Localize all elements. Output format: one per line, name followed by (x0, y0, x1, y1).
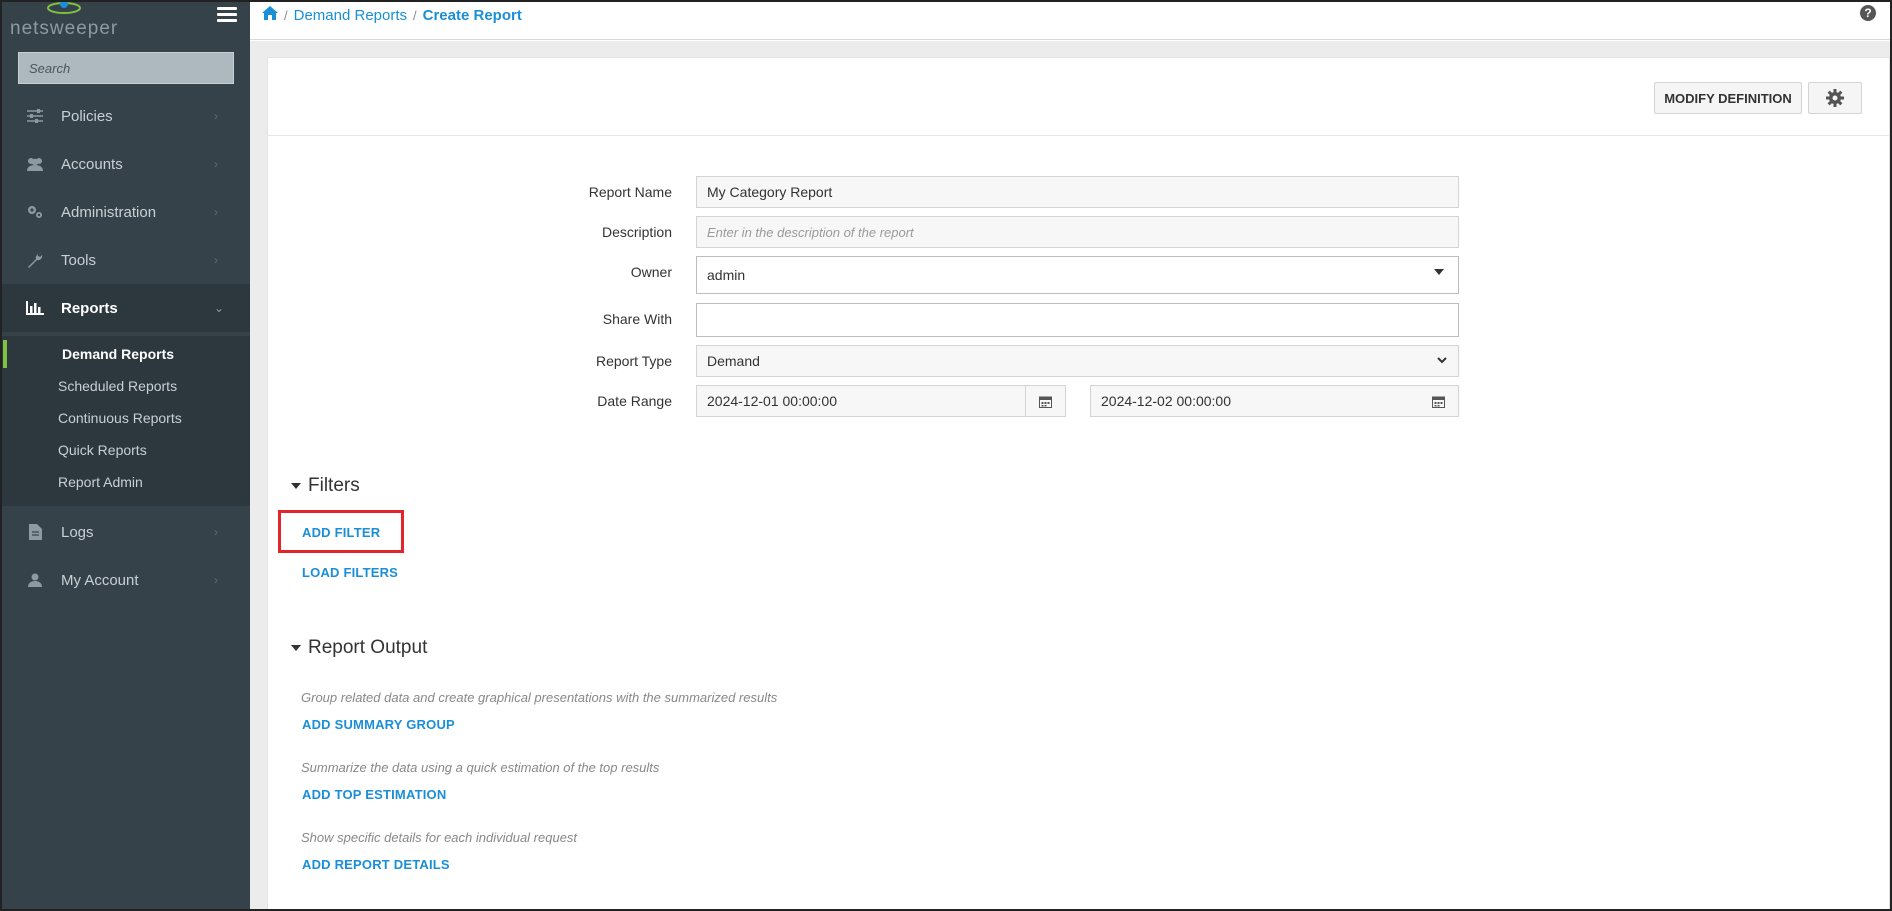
summary-group-hint: Group related data and create graphical … (301, 690, 778, 705)
users-icon (26, 155, 44, 173)
sidebar-item-logs[interactable]: Logs › (0, 508, 250, 556)
sidebar-item-label: Logs (61, 523, 94, 541)
sidebar-item-label: Reports (61, 299, 118, 317)
report-name-label: Report Name (588, 184, 672, 200)
breadcrumb-current: Create Report (422, 6, 522, 24)
user-icon (26, 571, 44, 589)
chevron-down-icon (1437, 357, 1447, 364)
sidebar-item-policies[interactable]: Policies › (0, 92, 250, 140)
report-type-select[interactable]: Demand (696, 345, 1459, 377)
panel-header: MODIFY DEFINITION (268, 58, 1889, 136)
caret-down-icon (291, 645, 301, 651)
share-with-label: Share With (602, 311, 672, 327)
logo-mark-icon (47, 0, 81, 14)
chevron-down-icon: ⌄ (214, 301, 225, 315)
sidebar-item-label: Accounts (61, 155, 123, 173)
submenu-item-demand-reports[interactable]: Demand Reports (62, 346, 174, 362)
sidebar-item-my-account[interactable]: My Account › (0, 556, 250, 604)
sidebar-item-accounts[interactable]: Accounts › (0, 140, 250, 188)
submenu-item-scheduled-reports[interactable]: Scheduled Reports (58, 378, 177, 394)
menu-toggle-icon[interactable] (217, 7, 237, 23)
sidebar-search-input[interactable] (18, 52, 234, 84)
add-top-estimation-button[interactable]: ADD TOP ESTIMATION (302, 787, 446, 802)
breadcrumb-separator: / (413, 7, 417, 23)
end-date-picker-button[interactable] (1419, 385, 1459, 417)
share-with-field[interactable] (696, 303, 1459, 337)
chevron-right-icon: › (214, 109, 218, 123)
filters-title: Filters (308, 475, 360, 496)
sidebar-item-label: My Account (61, 571, 139, 589)
sidebar-item-administration[interactable]: Administration › (0, 188, 250, 236)
calendar-icon (1432, 396, 1445, 408)
settings-button[interactable] (1808, 82, 1862, 114)
wrench-icon (26, 251, 44, 269)
top-bar: / Demand Reports / Create Report ? (250, 0, 1892, 40)
load-filters-button[interactable]: LOAD FILTERS (302, 565, 398, 580)
breadcrumb: / Demand Reports / Create Report (262, 6, 522, 24)
caret-down-icon (291, 483, 301, 489)
netsweeper-logo[interactable]: netsweeper (6, 0, 186, 40)
sidebar-item-label: Administration (61, 203, 157, 221)
sidebar-item-label: Policies (61, 107, 113, 125)
start-date-picker-button[interactable] (1026, 385, 1066, 417)
add-summary-group-button[interactable]: ADD SUMMARY GROUP (302, 717, 455, 732)
add-filter-button[interactable]: ADD FILTER (302, 525, 380, 540)
sidebar: netsweeper Policies › Accounts › Adminis… (0, 0, 250, 911)
owner-label: Owner (630, 264, 672, 280)
end-date-field[interactable]: 2024-12-02 00:00:00 (1090, 385, 1420, 417)
help-icon[interactable]: ? (1860, 5, 1876, 21)
report-type-label: Report Type (595, 353, 672, 369)
brand-name: netsweeper (10, 18, 119, 39)
submenu-item-report-admin[interactable]: Report Admin (58, 474, 143, 490)
top-estimation-hint: Summarize the data using a quick estimat… (301, 760, 660, 775)
bar-chart-icon (26, 299, 44, 317)
active-indicator (3, 340, 7, 368)
sidebar-item-label: Tools (61, 251, 97, 269)
description-field[interactable]: Enter in the description of the report (696, 216, 1459, 248)
description-label: Description (601, 224, 672, 240)
report-output-title: Report Output (308, 637, 428, 658)
filters-section-toggle[interactable]: Filters (291, 475, 360, 497)
report-type-value: Demand (707, 353, 760, 369)
chevron-right-icon: › (214, 253, 218, 267)
chevron-right-icon: › (214, 205, 218, 219)
calendar-icon (1039, 396, 1052, 408)
modify-definition-button[interactable]: MODIFY DEFINITION (1654, 82, 1802, 114)
reports-submenu: Demand Reports Scheduled Reports Continu… (0, 336, 250, 506)
sliders-icon (26, 107, 44, 125)
chevron-right-icon: › (214, 157, 218, 171)
report-details-hint: Show specific details for each individua… (301, 830, 578, 845)
chevron-right-icon: › (214, 573, 218, 587)
breadcrumb-separator: / (284, 7, 288, 23)
submenu-item-continuous-reports[interactable]: Continuous Reports (58, 410, 182, 426)
caret-down-icon (1434, 269, 1444, 275)
gear-icon (1826, 89, 1844, 107)
cogs-icon (26, 203, 44, 221)
submenu-item-quick-reports[interactable]: Quick Reports (58, 442, 147, 458)
date-range-label: Date Range (597, 393, 672, 409)
breadcrumb-demand-reports[interactable]: Demand Reports (294, 7, 407, 24)
report-name-field[interactable]: My Category Report (696, 176, 1459, 208)
report-output-section-toggle[interactable]: Report Output (291, 637, 427, 659)
chevron-right-icon: › (214, 525, 218, 539)
home-icon[interactable] (262, 6, 278, 24)
sidebar-item-tools[interactable]: Tools › (0, 236, 250, 284)
start-date-field[interactable]: 2024-12-01 00:00:00 (696, 385, 1026, 417)
owner-value: admin (707, 267, 746, 283)
owner-select[interactable]: admin (696, 256, 1459, 294)
file-icon (26, 523, 44, 541)
add-report-details-button[interactable]: ADD REPORT DETAILS (302, 857, 450, 872)
sidebar-item-reports[interactable]: Reports ⌄ (0, 284, 250, 332)
